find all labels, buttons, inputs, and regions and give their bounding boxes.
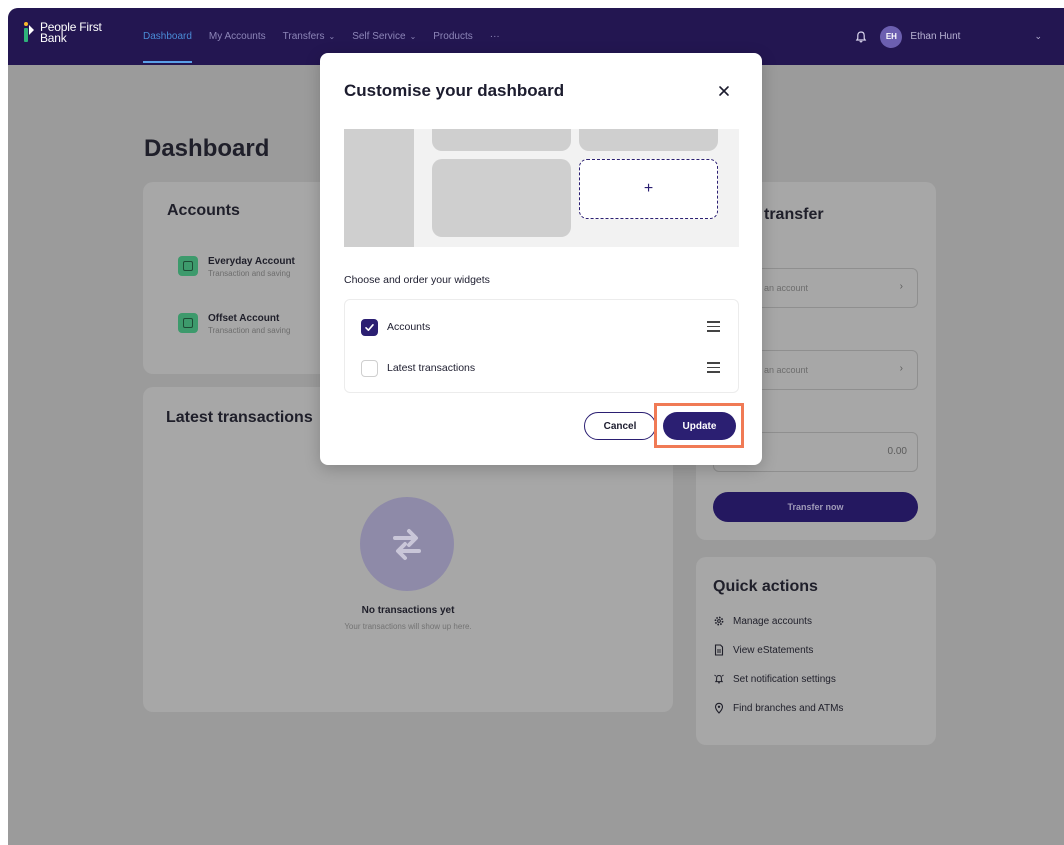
close-icon[interactable] — [716, 83, 732, 99]
widget-row-latest-transactions[interactable]: Latest transactions — [361, 356, 721, 380]
chevron-right-icon: › — [899, 363, 903, 374]
nav-user-area: EH Ethan Hunt ⌄ — [854, 8, 1042, 65]
quick-action-manage-accounts[interactable]: Manage accounts — [713, 615, 812, 627]
empty-state-subtitle: Your transactions will show up here. — [344, 622, 472, 631]
quick-action-notification-settings[interactable]: Set notification settings — [713, 673, 836, 685]
nav-item-dashboard[interactable]: Dashboard — [143, 8, 192, 65]
cancel-button[interactable]: Cancel — [584, 412, 656, 440]
latest-transactions-checkbox[interactable] — [361, 359, 378, 377]
widget-label: Accounts — [387, 321, 431, 333]
empty-state-title: No transactions yet — [361, 605, 455, 616]
accounts-checkbox[interactable] — [361, 318, 378, 336]
wallet-icon — [178, 256, 198, 276]
user-name[interactable]: Ethan Hunt — [910, 31, 960, 42]
customise-dashboard-modal: Customise your dashboard + Choose and or… — [320, 53, 762, 465]
bank-logo[interactable]: People First Bank — [24, 21, 102, 45]
quick-action-find-branches[interactable]: Find branches and ATMs — [713, 702, 843, 714]
preview-widget-block — [432, 159, 571, 237]
alarm-icon — [714, 674, 724, 684]
transfer-now-button[interactable]: Transfer now — [713, 492, 918, 522]
chevron-down-icon: ⌄ — [328, 32, 336, 41]
preview-widget-block — [579, 129, 718, 151]
account-row[interactable]: Everyday Account Transaction and saving — [178, 256, 295, 278]
wallet-icon — [178, 313, 198, 333]
transactions-card-title: Latest transactions — [166, 409, 313, 426]
gear-icon — [714, 616, 724, 626]
account-subtitle: Transaction and saving — [208, 326, 291, 335]
quick-action-view-estatements[interactable]: View eStatements — [713, 644, 813, 656]
drag-handle-icon[interactable] — [707, 362, 721, 374]
chevron-down-icon: ⌄ — [409, 32, 417, 41]
location-pin-icon — [714, 702, 724, 714]
modal-title: Customise your dashboard — [344, 81, 565, 100]
account-row[interactable]: Offset Account Transaction and saving — [178, 313, 290, 335]
widget-row-accounts[interactable]: Accounts — [361, 315, 721, 339]
quick-actions-title: Quick actions — [713, 578, 818, 595]
transfer-card-title: transfer — [764, 206, 824, 223]
drag-handle-icon[interactable] — [707, 321, 721, 333]
chevron-down-icon[interactable]: ⌄ — [1034, 31, 1042, 42]
page-title: Dashboard — [144, 135, 270, 162]
logo-line-2: Bank — [40, 31, 67, 45]
layout-preview: + — [344, 129, 739, 247]
preview-sidebar-block — [344, 129, 414, 247]
accounts-card-title: Accounts — [167, 202, 240, 219]
nav-item-my-accounts[interactable]: My Accounts — [209, 8, 266, 65]
quick-actions-card: Quick actions Manage accounts View eStat… — [696, 557, 936, 745]
account-name: Offset Account — [208, 313, 280, 324]
update-button[interactable]: Update — [663, 412, 736, 440]
transfer-arrows-icon — [393, 529, 421, 560]
choose-widgets-label: Choose and order your widgets — [344, 274, 490, 286]
widget-label: Latest transactions — [387, 362, 476, 374]
document-icon — [714, 644, 724, 656]
widget-list: Accounts Latest transactions — [344, 299, 739, 393]
account-name: Everyday Account — [208, 256, 295, 267]
checkmark-icon — [365, 323, 374, 331]
preview-widget-block — [432, 129, 571, 151]
logo-mark-icon — [24, 22, 34, 42]
add-widget-slot[interactable]: + — [579, 159, 718, 219]
account-subtitle: Transaction and saving — [208, 269, 291, 278]
avatar[interactable]: EH — [880, 25, 903, 48]
bell-icon[interactable] — [854, 30, 868, 44]
empty-state-illustration — [360, 497, 454, 591]
chevron-right-icon: › — [899, 281, 903, 292]
